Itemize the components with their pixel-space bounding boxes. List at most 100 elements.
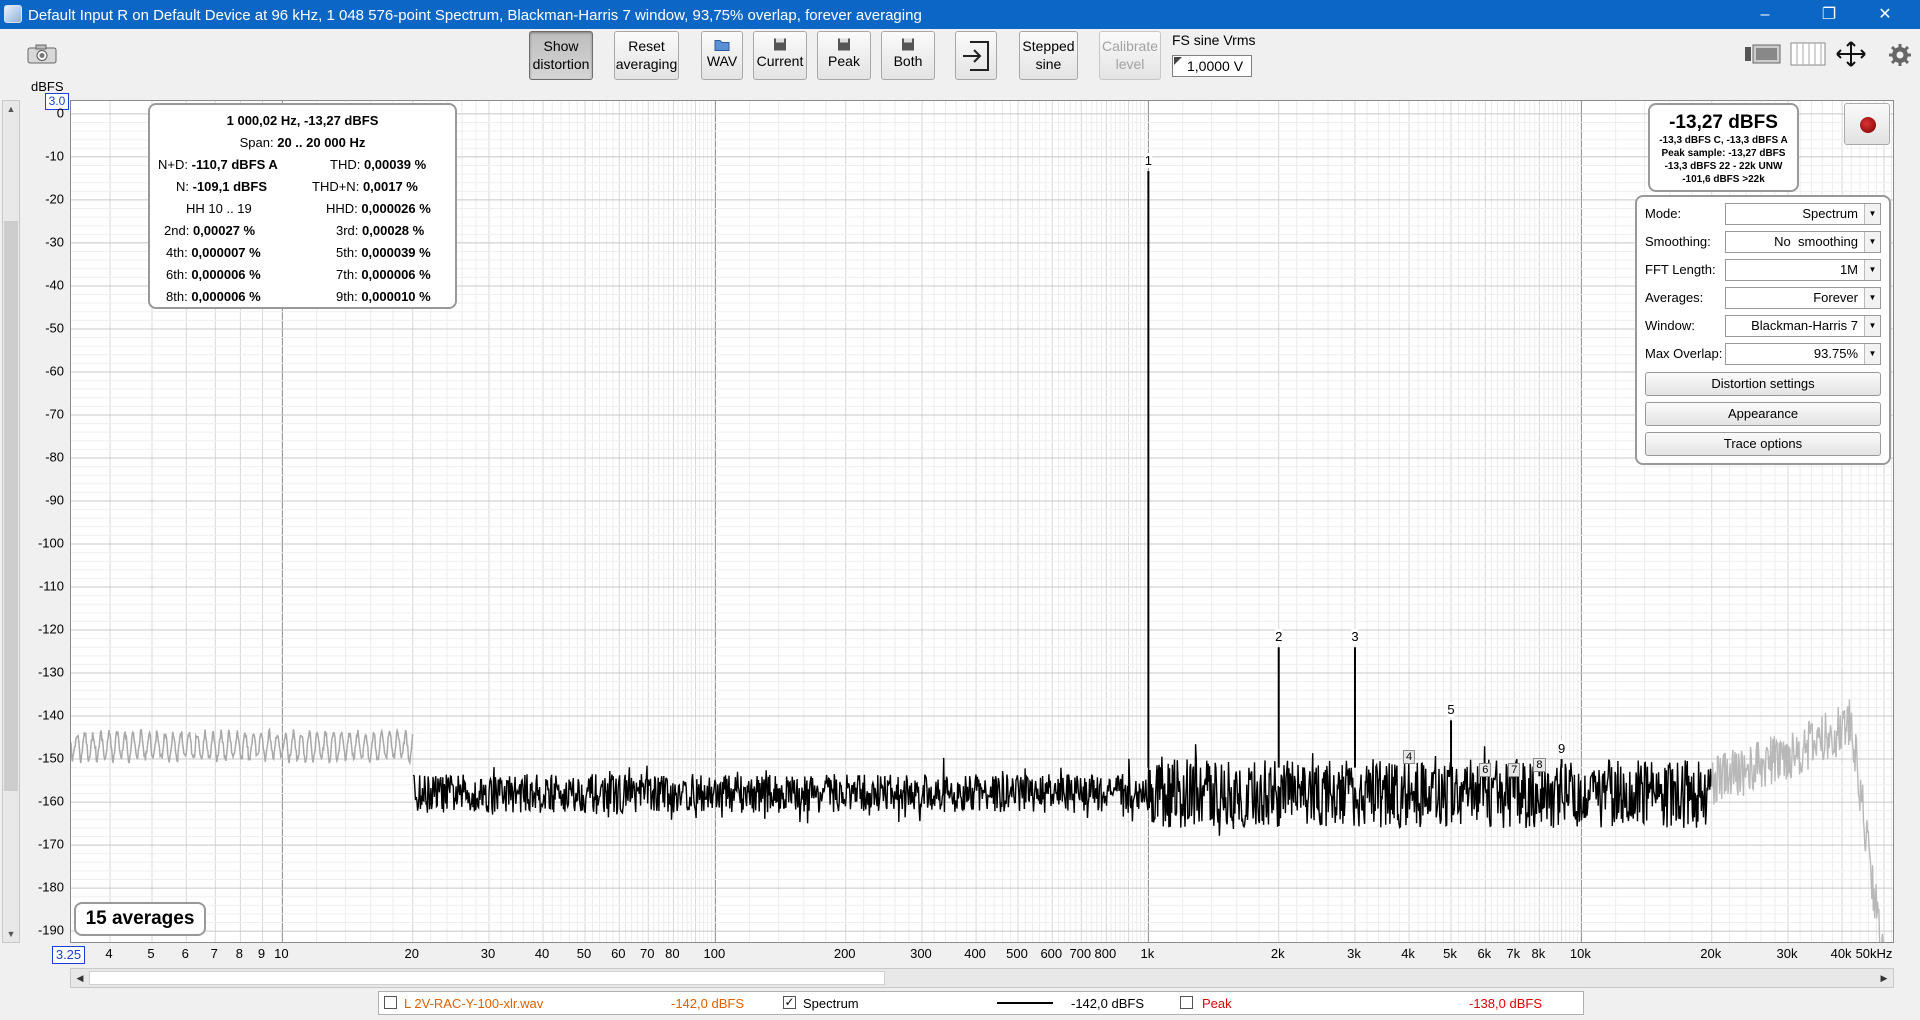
stepped-sine-button[interactable]: Stepped sine xyxy=(1019,31,1078,80)
smoothing-select[interactable]: No smoothing ▼ xyxy=(1725,231,1881,253)
spectrum-trace-above-span xyxy=(1711,699,1884,942)
window-select[interactable]: Blackman-Harris 7 ▼ xyxy=(1725,315,1881,337)
gear-icon[interactable] xyxy=(1888,43,1912,67)
horizontal-scroll-thumb[interactable] xyxy=(89,971,885,985)
averages-select[interactable]: Forever ▼ xyxy=(1725,287,1881,309)
x-tick-label: 10 xyxy=(274,946,289,961)
restore-button[interactable]: ❐ xyxy=(1800,0,1858,29)
x-tick-label: 100 xyxy=(703,946,726,961)
harmonic-label-7: 7 xyxy=(1508,762,1521,777)
x-tick-label: 500 xyxy=(1006,946,1028,961)
y-axis-unit: dBFS xyxy=(31,79,64,94)
fs-sine-input[interactable]: 1,0000 V xyxy=(1172,55,1252,77)
scroll-right-arrow[interactable]: ▶ xyxy=(1875,969,1893,987)
y-axis: 0 -10 -20 -30 -40 -50 -60 -70 -80 -90 -100 -110 -120… xyxy=(0,93,70,943)
record-button[interactable] xyxy=(1844,103,1890,145)
thd-value: 0,00039 % xyxy=(363,157,427,172)
y-tick-label: -60 xyxy=(45,363,64,379)
span-readout: Span: 20 .. 20 000 Hz xyxy=(150,135,455,150)
n-readout: N: -109,1 dBFS xyxy=(176,179,267,194)
reset-averaging-button[interactable]: Reset averaging xyxy=(614,31,679,80)
h5-value: 0,000039 % xyxy=(361,245,431,260)
spectrum-trace-value: -142,0 dBFS xyxy=(1071,996,1144,1011)
h2-readout: 2nd: 0,00027 % xyxy=(164,223,255,238)
x-tick-label: 1k xyxy=(1140,946,1155,961)
x-tick-label: 9 xyxy=(257,946,266,961)
averages-count-badge: 15 averages xyxy=(74,902,206,936)
x-axis-left-input[interactable]: 3.25 xyxy=(52,946,85,964)
span-value: 20 .. 20 000 Hz xyxy=(277,135,366,150)
stepped-sine-label-1: Stepped xyxy=(1022,38,1075,54)
n-value: -109,1 dBFS xyxy=(192,179,268,194)
peak-trace-checbox[interactable] xyxy=(1180,996,1193,1009)
spectrum-trace-checkbox[interactable]: ✓ xyxy=(783,996,796,1009)
averages-value: Forever xyxy=(1813,290,1858,305)
spectrum-trace xyxy=(412,744,1712,836)
toolbar: Show distortion Reset averaging WAV Curr… xyxy=(0,29,1920,90)
wav-label: WAV xyxy=(706,53,738,69)
h7-readout: 7th: 0,000006 % xyxy=(336,267,431,282)
hhd-readout: HHD: 0,000026 % xyxy=(326,201,431,216)
level-weighted-readout: -13,3 dBFS C, -13,3 dBFS A xyxy=(1659,135,1788,146)
show-distortion-button[interactable]: Show distortion xyxy=(529,31,593,80)
horizontal-scrollbar[interactable]: ◀ ▶ xyxy=(70,968,1894,988)
close-button[interactable]: ✕ xyxy=(1856,0,1914,29)
calibrate-level-button[interactable]: Calibrate level xyxy=(1099,31,1161,80)
fft-length-select[interactable]: 1M ▼ xyxy=(1725,259,1881,281)
fft-length-row: FFT Length: 1M ▼ xyxy=(1645,259,1885,281)
y-tick-label: -10 xyxy=(45,148,64,164)
n-label: N: xyxy=(176,179,189,194)
x-tick-label: 8 xyxy=(235,946,244,961)
scroll-left-arrow[interactable]: ◀ xyxy=(71,969,89,987)
minimize-button[interactable]: – xyxy=(1736,0,1794,29)
reset-averaging-label-1: Reset xyxy=(628,38,665,54)
fit-view-icon[interactable] xyxy=(1834,41,1868,67)
spectrum-settings-panel: Mode: Spectrum ▼ Smoothing: No smoothing ▼… xyxy=(1635,195,1891,465)
wav-trace-checkbox[interactable] xyxy=(384,996,397,1009)
x-tick-label: 60 xyxy=(611,946,626,961)
harmonic-label-9: 9 xyxy=(1557,741,1566,757)
max-overlap-select[interactable]: 93.75% ▼ xyxy=(1725,343,1881,365)
x-tick-label: 6 xyxy=(181,946,189,961)
x-tick-label: 30 xyxy=(480,946,496,961)
x-tick-label: 5 xyxy=(147,946,155,961)
smoothing-row: Smoothing: No smoothing ▼ xyxy=(1645,231,1885,253)
mode-select[interactable]: Spectrum ▼ xyxy=(1725,203,1881,225)
spectrum-trace-line-icon xyxy=(997,1002,1053,1004)
smoothing-value: No smoothing xyxy=(1774,234,1858,249)
h2-value: 0,00027 % xyxy=(192,223,256,238)
nd-label: N+D: xyxy=(158,157,188,172)
export-button[interactable] xyxy=(955,31,997,80)
x-tick-label: 7k xyxy=(1506,946,1521,961)
peak-button[interactable]: Peak xyxy=(817,31,871,80)
y-tick-label: -140 xyxy=(37,707,64,723)
max-overlap-value: 93.75% xyxy=(1813,346,1858,361)
harmonic-label-3: 3 xyxy=(1351,629,1359,645)
y-tick-label: -170 xyxy=(37,836,64,852)
chevron-down-icon: ▼ xyxy=(1864,260,1880,280)
current-button[interactable]: Current xyxy=(753,31,807,80)
peak-trace-name: Peak xyxy=(1202,996,1232,1011)
x-tick-label: 5k xyxy=(1443,946,1457,961)
x-tick-label: 80 xyxy=(665,946,680,961)
distortion-settings-button[interactable]: Distortion settings xyxy=(1645,372,1881,396)
camera-icon[interactable] xyxy=(26,43,58,65)
y-tick-label: -90 xyxy=(45,492,64,508)
wav-button[interactable]: WAV xyxy=(701,31,743,80)
harmonic-label-8: 8 xyxy=(1533,758,1546,773)
title-bar: Default Input R on Default Device at 96 … xyxy=(0,0,1920,29)
x-tick-label: 6k xyxy=(1477,946,1492,961)
appearance-button[interactable]: Appearance xyxy=(1645,402,1881,426)
columns-icon[interactable] xyxy=(1790,42,1826,66)
x-tick-label: 8k xyxy=(1531,946,1546,961)
hhd-label: HHD: xyxy=(326,201,358,216)
both-label: Both xyxy=(893,53,923,69)
max-overlap-label: Max Overlap: xyxy=(1645,346,1723,361)
trace-options-button[interactable]: Trace options xyxy=(1645,432,1881,456)
h4-label: 4th: xyxy=(166,245,188,260)
app-icon[interactable] xyxy=(4,5,22,23)
y-tick-label: -20 xyxy=(45,191,64,207)
h2-label: 2nd: xyxy=(164,223,190,238)
layout-icon[interactable] xyxy=(1744,41,1782,67)
both-button[interactable]: Both xyxy=(881,31,935,80)
